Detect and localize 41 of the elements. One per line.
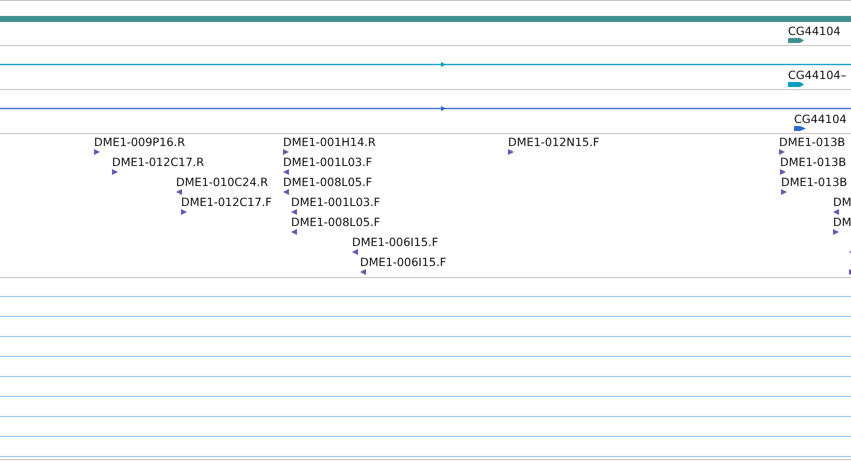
est-label: DM [833,196,851,209]
strand-arrow-icon[interactable] [833,229,839,235]
strand-arrow-icon[interactable] [780,169,786,175]
strand-arrow-icon[interactable] [283,189,289,195]
gene-label: CG44104 [794,113,847,126]
est-label: DME1-009P16.R [94,136,186,149]
est-label: DME1-012N15.F [508,136,600,149]
est-label: DME1-001L03.F [283,156,372,169]
est-label: DME1-012C17.F [181,196,272,209]
strand-arrow-icon[interactable] [352,249,358,255]
est-label: DME1-013B [779,136,846,149]
est-label: DME1-008L05.F [291,216,380,229]
strand-arrow-icon[interactable] [283,169,289,175]
strand-arrow-icon[interactable] [283,149,289,155]
est-label: DME1-013B [781,176,848,189]
est-label: DME1-006I15.F [360,256,446,269]
strand-arrow-icon[interactable] [291,229,297,235]
strand-arrow-icon[interactable] [781,189,787,195]
est-label: DME1-012C17.R [112,156,204,169]
est-label: DME1-006I15.F [352,236,438,249]
gene-label: CG44104– [788,69,846,82]
strand-arrow-icon[interactable] [849,269,851,275]
est-label: DME1-013B [780,156,846,169]
est-label: DME1-001L03.F [291,196,380,209]
strand-arrow-icon[interactable] [94,149,100,155]
strand-arrow-icon[interactable] [112,169,118,175]
strand-arrow-icon[interactable] [360,269,366,275]
strand-arrow-icon[interactable] [181,209,187,215]
strand-arrow-icon[interactable] [508,149,514,155]
gene-feature[interactable] [794,126,806,131]
est-label: DME1-001H14.R [283,136,376,149]
gene-feature[interactable] [788,82,804,87]
strand-arrow-icon[interactable] [176,189,182,195]
strand-arrow-icon[interactable] [833,209,839,215]
strand-arrow-icon[interactable] [291,209,297,215]
gene-feature[interactable] [788,38,804,43]
gene-label: CG44104 [788,25,841,38]
est-label: DME1-008L05.F [283,176,372,189]
est-label: DM [833,216,851,229]
est-label: DME1-010C24.R [176,176,268,189]
strand-arrow-icon[interactable] [779,149,785,155]
